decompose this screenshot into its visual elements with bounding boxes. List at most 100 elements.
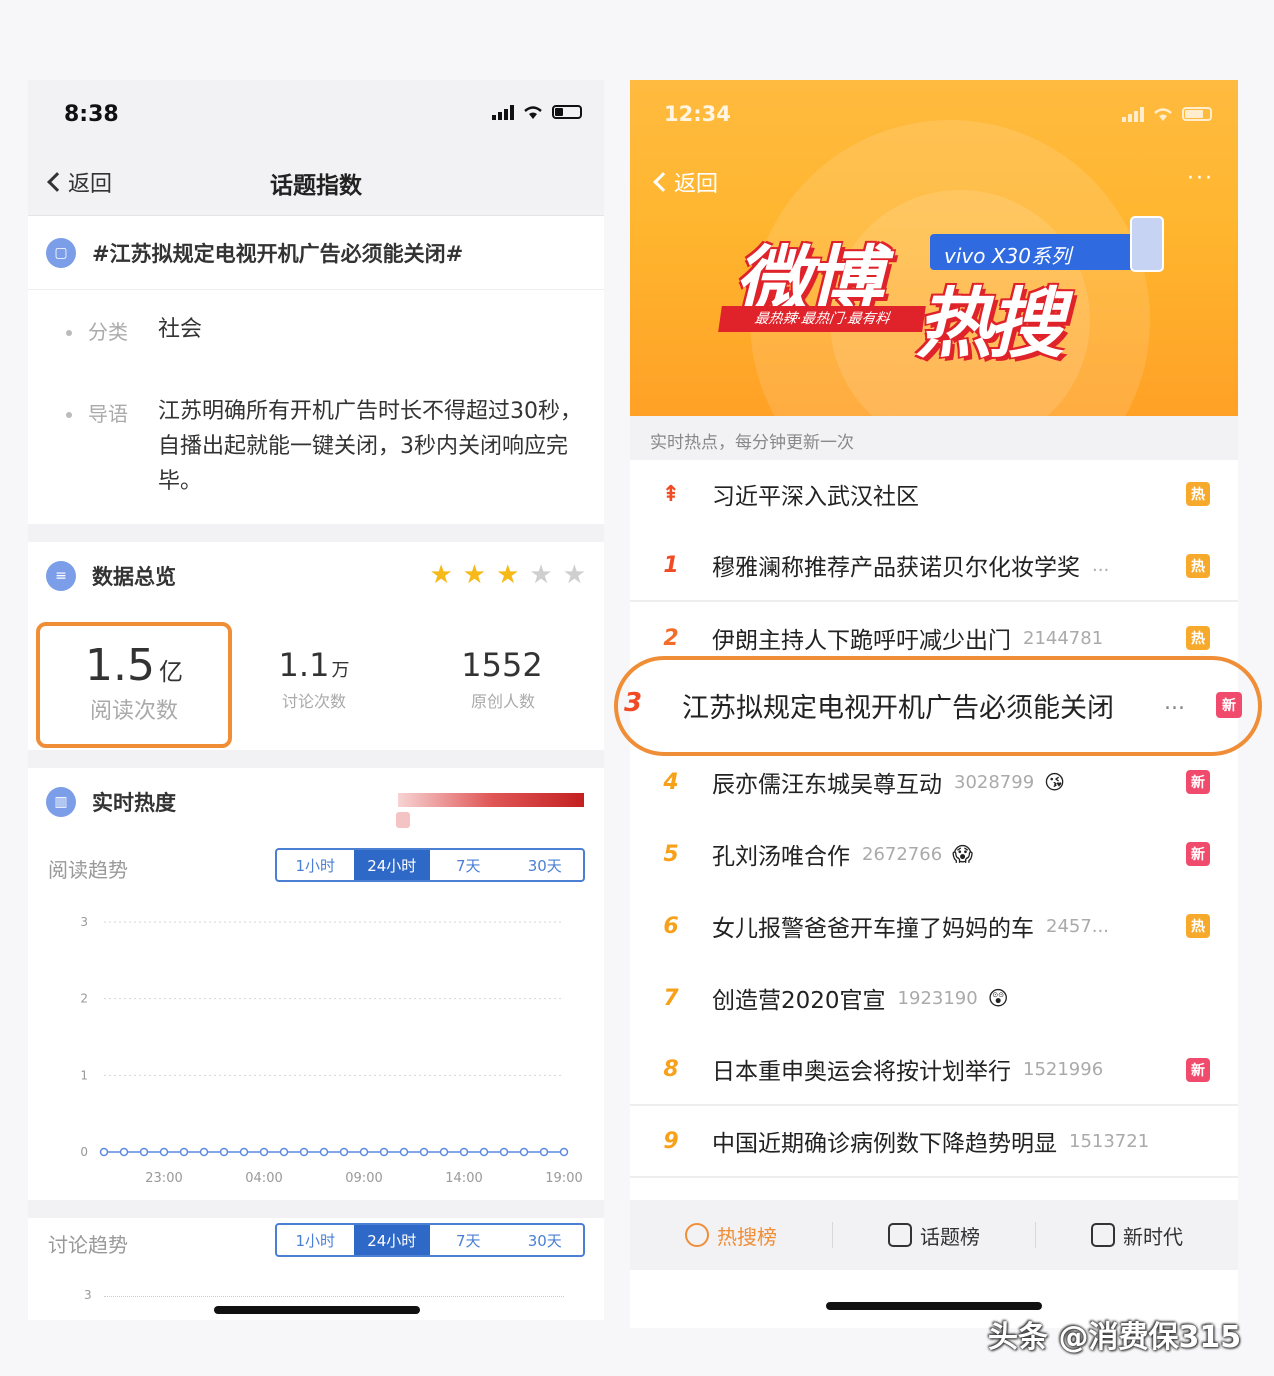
- x-tick-label: 04:00: [245, 1171, 282, 1186]
- data-point: [519, 1147, 529, 1157]
- nav-bar: 返回 话题指数: [28, 150, 604, 216]
- tab-30d[interactable]: 30天: [507, 1225, 584, 1255]
- data-point: [379, 1147, 389, 1157]
- new-era-icon: [1091, 1223, 1115, 1247]
- stat-number: 1.5 亿: [85, 640, 183, 691]
- data-point: [419, 1147, 429, 1157]
- wifi-icon: [1152, 106, 1174, 122]
- info-key: 分类: [88, 320, 128, 344]
- hot-badge: 热: [1186, 482, 1210, 506]
- read-trend-chart: 0 1 2 3 23:00 04:00 09:00 14:00 19:00: [80, 915, 582, 1186]
- hot-badge: 热: [1186, 626, 1210, 650]
- logo-hot-search: 热搜: [916, 279, 1064, 368]
- hot-item[interactable]: 5 孔刘汤唯合作 2672766 😱 新: [630, 818, 1238, 890]
- tab-7d[interactable]: 7天: [430, 850, 507, 880]
- hot-item[interactable]: 8 日本重申奥运会将按计划举行 1521996 新: [630, 1034, 1238, 1106]
- rank-number: 7: [663, 985, 679, 1011]
- emoji-icon: 😱: [952, 842, 974, 866]
- hot-search-banner: 12:34 返回 ··· vivo X30系列 微博 热搜 最热辣·最热门·最有…: [630, 80, 1238, 416]
- status-icons: [492, 104, 582, 120]
- data-point: [399, 1147, 409, 1157]
- highlighted-hot-item[interactable]: 江苏拟规定电视开机广告必须能关闭: [682, 686, 1114, 725]
- tab-label: 新时代: [1123, 1224, 1183, 1249]
- rank-number: 6: [663, 913, 679, 939]
- hot-item[interactable]: 1 穆雅澜称推荐产品获诺贝尔化妆学奖... 热: [630, 530, 1238, 602]
- phone-image: [1130, 216, 1164, 272]
- data-point: [159, 1147, 169, 1157]
- more-button[interactable]: ···: [1187, 166, 1214, 191]
- hot-item[interactable]: 6 女儿报警爸爸开车撞了妈妈的车 2457... 热: [630, 890, 1238, 962]
- hot-count: 2672766: [862, 843, 943, 865]
- tab-new-era[interactable]: 新时代: [1036, 1221, 1238, 1250]
- tab-topic-list[interactable]: 话题榜: [833, 1221, 1035, 1250]
- data-point: [499, 1147, 509, 1157]
- hot-item-text: 伊朗主持人下跪呼吁减少出门: [712, 628, 1011, 654]
- stat-label: 阅读次数: [89, 699, 178, 724]
- y-tick-label: 1: [80, 1068, 88, 1082]
- page-title: 话题指数: [270, 173, 362, 199]
- data-point: [339, 1147, 349, 1157]
- hot-item-text: 中国近期确诊病例数下降趋势明显: [712, 1131, 1057, 1157]
- home-indicator[interactable]: [214, 1306, 420, 1314]
- battery-icon: [1182, 107, 1212, 121]
- back-label: 返回: [674, 172, 719, 197]
- home-indicator[interactable]: [826, 1302, 1042, 1310]
- divider: [28, 750, 604, 768]
- hot-item-text: 辰亦儒汪东城吴尊互动: [712, 772, 942, 798]
- new-badge: 新: [1186, 1058, 1210, 1082]
- data-point: [479, 1147, 489, 1157]
- info-key: 导语: [88, 402, 128, 426]
- data-point: [539, 1147, 549, 1157]
- data-point: [99, 1147, 109, 1157]
- new-badge: 新: [1216, 692, 1242, 718]
- y-tick-label: 3: [80, 915, 88, 929]
- rank-number: 1: [663, 552, 679, 578]
- tab-24h[interactable]: 24小时: [353, 1225, 430, 1255]
- hot-item-text: 创造营2020官宣: [712, 988, 886, 1014]
- x-tick-label: 23:00: [145, 1171, 182, 1186]
- read-trend-label: 阅读趋势: [48, 858, 128, 882]
- banner-slogan: 最热辣·最热门·最有料: [718, 306, 926, 332]
- tab-label: 热搜榜: [717, 1224, 777, 1249]
- rating-stars: ★ ★ ★ ★ ★: [429, 562, 586, 588]
- hot-count: 2144781: [1023, 627, 1104, 649]
- hot-count: 3028799: [954, 771, 1035, 793]
- gridline: [104, 1296, 564, 1297]
- data-point: [279, 1147, 289, 1157]
- bullet-icon: [66, 412, 72, 418]
- hot-item[interactable]: 9 中国近期确诊病例数下降趋势明显 1513721: [630, 1106, 1238, 1178]
- data-point: [319, 1147, 329, 1157]
- wifi-icon: [522, 104, 544, 120]
- hot-item[interactable]: 7 创造营2020官宣 1923190 😲: [630, 962, 1238, 1034]
- x-tick-label: 19:00: [545, 1171, 582, 1186]
- tab-1h[interactable]: 1小时: [277, 850, 354, 880]
- discuss-trend-tabs: 1小时 24小时 7天 30天: [275, 1223, 585, 1257]
- tab-7d[interactable]: 7天: [430, 1225, 507, 1255]
- read-trend-row: 阅读趋势 1小时 24小时 7天 30天: [28, 848, 604, 888]
- tab-1h[interactable]: 1小时: [277, 1225, 354, 1255]
- y-tick-label: 2: [80, 992, 88, 1006]
- info-category: 分类 社会: [28, 316, 604, 347]
- tab-24h[interactable]: 24小时: [353, 850, 430, 880]
- tab-30d[interactable]: 30天: [507, 850, 584, 880]
- hot-count: 2457...: [1046, 915, 1109, 937]
- status-time: 12:34: [664, 102, 731, 126]
- back-button[interactable]: 返回: [650, 166, 718, 198]
- status-icons: [1122, 106, 1212, 122]
- star-empty-icon: ★: [529, 560, 553, 590]
- data-point: [259, 1147, 269, 1157]
- data-point: [359, 1147, 369, 1157]
- chevron-left-icon: [653, 172, 673, 192]
- hot-count: 1513721: [1069, 1130, 1150, 1152]
- hot-item[interactable]: 4 辰亦儒汪东城吴尊互动 3028799 😘 新: [630, 746, 1238, 818]
- data-point: [239, 1147, 249, 1157]
- star-filled-icon: ★: [496, 560, 520, 590]
- list-icon: ≡: [46, 561, 76, 591]
- info-value: 江苏明确所有开机广告时长不得超过30秒，自播出起就能一键关闭，3秒内关闭响应完毕…: [158, 399, 582, 494]
- hot-item[interactable]: ⇞ 习近平深入武汉社区 热: [630, 458, 1238, 530]
- emoji-icon: 😲: [987, 986, 1009, 1010]
- tab-hot-search[interactable]: 热搜榜: [630, 1221, 832, 1250]
- discuss-trend-row: 讨论趋势 1小时 24小时 7天 30天: [28, 1223, 604, 1263]
- tab-label: 话题榜: [920, 1224, 980, 1249]
- watermark: 头条 @消费保315: [988, 1320, 1242, 1355]
